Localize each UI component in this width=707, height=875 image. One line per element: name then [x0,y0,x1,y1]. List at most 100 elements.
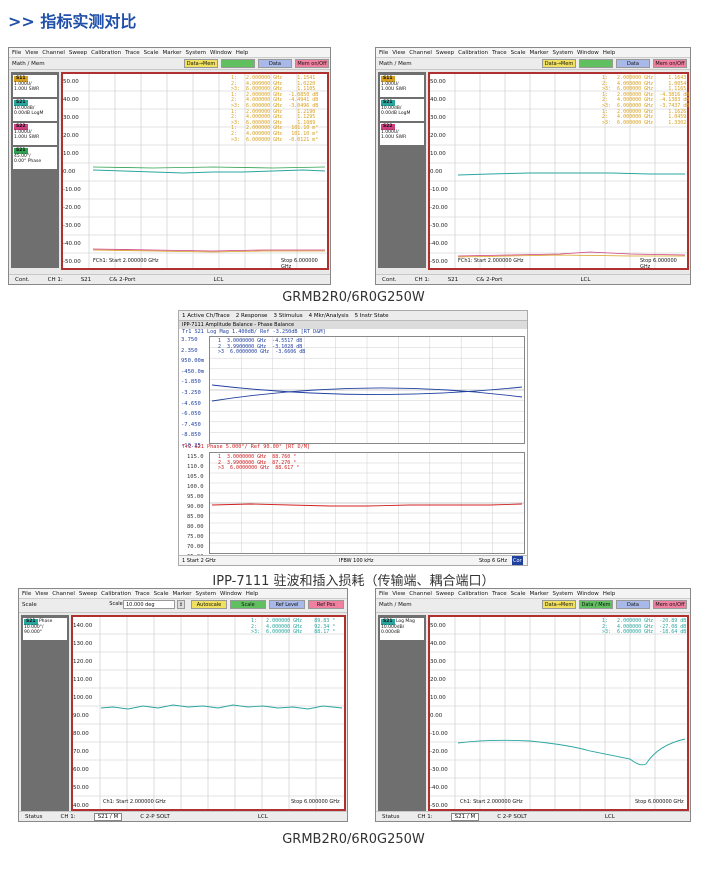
start-freq-label: Ch1: Start 2.000000 GHz [103,799,166,805]
trace-s21[interactable]: S21 10.00dB/0.00dB LogM [13,99,57,121]
trace-panel: S11 1.000U/1.00U SWR S21 10.00dB/0.00dB Lo… [11,72,59,268]
menu-stimulus[interactable]: 3 Stimulus [273,313,302,319]
y-axis-labels: 50.00 40.00 30.00 20.00 10.00 0.00 -10.00 -20.0… [63,79,81,265]
vna-window-top-right: File View Channel Sweep Calibration Trace Scal… [375,47,691,285]
vna-window-bottom-right: File View Channel Sweep Calibration Trace Scal… [375,588,691,822]
marker-readout: 1: 2.000000 GHz 1.1643 2: 4.000000 GHz 1… [602,75,690,126]
trace-s11[interactable]: S11 1.000U/1.00U SWR [13,75,57,97]
data-div-mem-button[interactable]: Data / Mem [221,59,255,68]
plot-area: 1: 2.000000 GHz 89.83 ° 2: 4.000000 GHz … [71,615,346,811]
start-freq-label: Ch1: Start 2.000000 GHz [460,799,523,805]
tr2-header: Tr2 S21 Phase 5.000°/ Ref 90.00° [RT D/M… [182,444,311,450]
trace-s21[interactable]: S21 10.00dB/0.00dB LogM [380,99,424,121]
toolbar: Math / Mem Data→Mem Data / Mem Data Mem … [9,58,330,70]
menu-channel[interactable]: Channel [42,50,65,56]
menu-marker[interactable]: Marker [162,50,181,56]
tr1-header: Tr1 S21 Log Mag 1.400dB/ Ref -3.250dB [R… [182,329,326,335]
marker-readout: 1: 2.000000 GHz 1.1541 2: 4.000000 GHz 1… [231,75,319,143]
stop-freq-label: Stop 6.000000 GHz [291,799,340,805]
menu-view[interactable]: View [25,50,38,56]
ipp-title: IPP-7111 Amplitude Balance - Phase Balan… [179,321,527,329]
trace-panel: S11 1.000U/1.00U SWR S21 10.00dB/0.00dB Lo… [378,72,426,268]
data-button[interactable]: Data [258,59,292,68]
measurement-field[interactable]: S21 / M [450,813,480,821]
menu-active-ch[interactable]: 1 Active Ch/Trace [182,313,230,319]
menu-sweep[interactable]: Sweep [69,50,87,56]
tr1-y-axis: 3.750 2.350 950.00m -450.0m -1.850 -3.250 -4.6… [181,337,205,449]
menu-system[interactable]: System [185,50,206,56]
trace-s21-logmag[interactable]: S21 Log Mag 10.000dB/0.000dB [380,618,424,640]
measurement-field[interactable]: S21 [448,277,459,283]
stop-freq-label: Stop 6.000000 GHz [635,799,684,805]
vna-window-bottom-left: File View Channel Sweep Calibration Trace Scal… [18,588,348,822]
scale-spin-icon[interactable]: ⇕ [177,600,185,609]
data-button[interactable]: Data [616,59,650,68]
status-bar: Status CH 1: S21 / MC 2-P SOLT LCL [376,811,690,821]
mem-on-off-button[interactable]: Mem on/Off [653,59,687,68]
mem-on-off-button[interactable]: Mem on/Off [295,59,329,68]
ipp-analyzer-window: 1 Active Ch/Trace 2 Response 3 Stimulus 4 M… [178,310,528,566]
trace-s22[interactable]: S22 1.000U/1.00U SWR [380,123,424,145]
plot-area: 1: 2.000000 GHz 1.1541 2: 4.000000 GHz 1… [61,72,329,270]
toolbar: Scale Scale 10.000 deg ⇕ Autoscale Scale… [19,599,347,613]
toolbar: Math / Mem Data→Mem Data / Mem Data Mem … [376,58,690,70]
data-to-mem-button[interactable]: Data→Mem [542,59,576,68]
menu-scale[interactable]: Scale [144,50,159,56]
trace-s21-phase[interactable]: S21 Phase 10.000°/90.000° [23,618,67,640]
trace-s22[interactable]: S22 1.000U/1.00U SWR [13,123,57,145]
data-div-mem-button[interactable]: Data / Mem [579,59,613,68]
trace-s21-phase[interactable]: S21 45.00°/0.00° Phase [13,147,57,169]
mem-on-off-button[interactable]: Mem on/Off [653,600,687,609]
plot-svg [430,617,687,809]
measurement-field[interactable]: S21 / M [93,813,123,821]
scale-value-input[interactable]: 10.000 deg [123,600,175,609]
caption-middle: IPP-7111 驻波和插入损耗（传输端、耦合端口） [212,574,495,589]
menu-file[interactable]: File [12,50,21,56]
data-button[interactable]: Data [616,600,650,609]
logmag-trace-line [457,738,686,766]
tr2-plot: 1 3.0000000 GHz 88.760 ° 2 3.9900000 GHz… [209,452,525,554]
menu-calibration[interactable]: Calibration [91,50,121,56]
vna-window-top-left: File View Channel Sweep Calibration Trace Scal… [8,47,331,285]
menu-trace[interactable]: Trace [125,50,140,56]
ref-level-button[interactable]: Ref Level [269,600,305,609]
tr2-y-axis: 115.0 110.0 105.0 100.0 95.00 90.00 85.00 80.00… [187,454,204,560]
ipp-footer: 1 Start 2 GHz IFBW 100 kHz Stop 6 GHz Co… [179,555,527,565]
data-to-mem-button[interactable]: Data→Mem [542,600,576,609]
scale-button[interactable]: Scale [230,600,266,609]
menu-response[interactable]: 2 Response [236,313,268,319]
ref-pos-button[interactable]: Ref Pos [308,600,344,609]
marker-readout: 1: 2.000000 GHz -20.89 dB 2: 4.000000 GH… [602,618,687,636]
y-axis-labels: 50.00 40.00 30.00 20.00 10.00 0.00 -10.00 -20.0… [430,79,448,265]
menu-window[interactable]: Window [210,50,232,56]
data-div-mem-button[interactable]: Data / Mem [579,600,613,609]
tr1-plot: 1 3.0000000 GHz -4.5517 dB 2 3.9900000 G… [209,336,525,444]
data-to-mem-button[interactable]: Data→Mem [184,59,218,68]
toolbar: Math / Mem Data→Mem Data / Mem Data Mem … [376,599,690,613]
plot-area: 1: 2.000000 GHz 1.1643 2: 4.000000 GHz 1… [428,72,689,270]
start-freq-label: FCh1: Start 2.000000 GHz [458,258,524,264]
page-heading: >> 指标实测对比 [8,12,137,31]
toolbar-label: Math / Mem [12,61,45,67]
trace-s11[interactable]: S11 1.000U/1.00U SWR [380,75,424,97]
trace-panel: S21 Log Mag 10.000dB/0.000dB [378,615,426,811]
menu-bar: File View Channel Sweep Calibration Trace Scal… [19,589,347,599]
menu-mkr-analysis[interactable]: 4 Mkr/Analysis [309,313,349,319]
ipp-menu-bar: 1 Active Ch/Trace 2 Response 3 Stimulus 4 M… [179,311,527,321]
y-axis-labels: 140.00 130.00 120.00 110.00 100.00 90.00 80.00… [73,623,93,809]
menu-help[interactable]: Help [236,50,249,56]
plot-svg [73,617,344,809]
tr2-marker-readout: 1 3.0000000 GHz 88.760 ° 2 3.9900000 GHz… [218,454,300,472]
cor-indicator[interactable]: Cor [512,556,523,565]
marker-readout: 1: 2.000000 GHz 89.83 ° 2: 4.000000 GHz … [251,618,336,636]
autoscale-button[interactable]: Autoscale [191,600,227,609]
menu-bar: File View Channel Sweep Calibration Trace Scal… [376,589,690,599]
measurement-field[interactable]: S21 [81,277,92,283]
menu-instr-state[interactable]: 5 Instr State [355,313,389,319]
caption-top: GRMB2R0/6R0G250W [282,290,425,305]
tr1-marker-readout: 1 3.0000000 GHz -4.5517 dB 2 3.9900000 G… [218,338,306,356]
stop-freq-label: Stop 6.000000 GHz [281,258,318,270]
status-bar: Status CH 1: S21 / MC 2-P SOLT LCL [19,811,347,821]
status-bar: Cont. CH 1: S21 C& 2-Port LCL [376,274,690,284]
caption-bottom: GRMB2R0/6R0G250W [282,832,425,847]
